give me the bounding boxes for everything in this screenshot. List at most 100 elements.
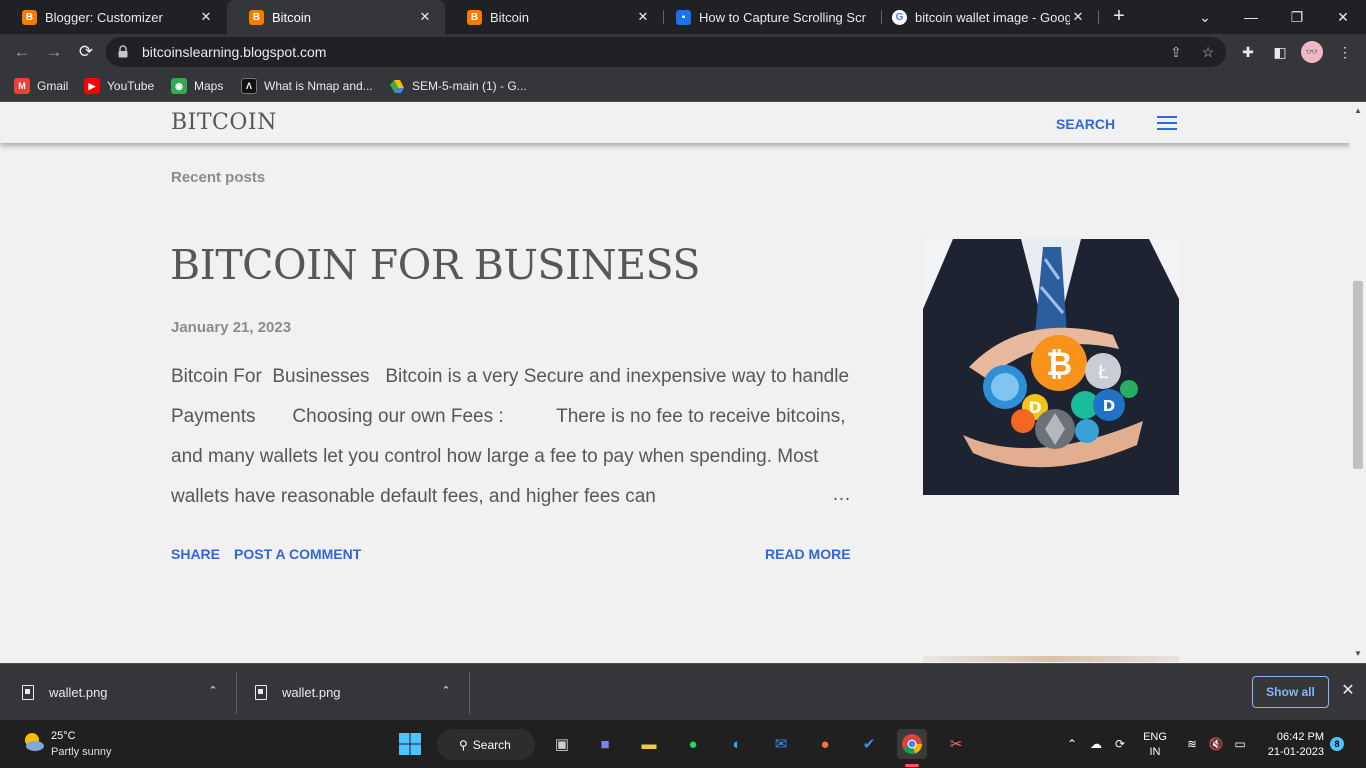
- download-item[interactable]: wallet.png: [255, 664, 341, 721]
- section-title: Recent posts: [171, 169, 266, 186]
- page-viewport: BITCOIN SEARCH Recent posts BITCOIN FOR …: [0, 103, 1350, 662]
- snipping-tool-icon[interactable]: ✂: [941, 729, 971, 759]
- blogger-icon: B: [22, 9, 37, 25]
- close-icon[interactable]: ✕: [635, 9, 651, 25]
- file-explorer-icon[interactable]: ▬: [634, 729, 664, 759]
- bookmark-label: YouTube: [107, 79, 155, 93]
- address-bar[interactable]: bitcoinslearning.blogspot.com ⇪ ☆: [106, 37, 1226, 67]
- task-view-icon[interactable]: ▣: [547, 729, 577, 759]
- svg-text:Ł: Ł: [1097, 362, 1109, 383]
- image-file-icon: [22, 685, 34, 700]
- scroll-down-arrow-icon[interactable]: ▼: [1353, 649, 1363, 659]
- blogger-icon: B: [467, 9, 482, 25]
- firefox-icon[interactable]: ●: [810, 729, 840, 759]
- partly-sunny-icon[interactable]: [21, 730, 45, 754]
- tab-google-search[interactable]: G bitcoin wallet image - Googl ✕: [882, 0, 1098, 34]
- download-shelf: wallet.png ⌃ wallet.png ⌃ Show all ✕: [0, 663, 1366, 720]
- new-tab-button[interactable]: +: [1108, 5, 1130, 27]
- hamburger-menu-icon[interactable]: [1157, 116, 1177, 130]
- volume-muted-icon[interactable]: 🔇: [1206, 734, 1226, 754]
- download-separator: [469, 672, 470, 714]
- search-icon: ⚲: [459, 737, 468, 752]
- back-button[interactable]: ←: [8, 38, 36, 66]
- download-filename[interactable]: wallet.png: [282, 685, 341, 700]
- extensions-icon[interactable]: ✚: [1237, 41, 1259, 63]
- chrome-taskbar-icon[interactable]: [897, 729, 927, 759]
- language-indicator[interactable]: ENG IN: [1142, 730, 1168, 760]
- close-window-button[interactable]: ✕: [1320, 0, 1366, 34]
- lock-icon[interactable]: [118, 45, 128, 58]
- tab-bitcoin-active[interactable]: B Bitcoin ✕: [227, 0, 445, 34]
- download-options-chevron-icon[interactable]: ⌃: [206, 684, 220, 698]
- reload-button[interactable]: ⟳: [72, 38, 100, 66]
- clock[interactable]: 06:42 PM 21-01-2023: [1258, 730, 1324, 760]
- forward-button[interactable]: →: [40, 38, 68, 66]
- show-hidden-icons-chevron[interactable]: ⌃: [1062, 734, 1082, 754]
- bookmark-youtube[interactable]: ▶ YouTube: [84, 76, 154, 96]
- download-filename[interactable]: wallet.png: [49, 685, 108, 700]
- battery-icon[interactable]: ▭: [1230, 734, 1250, 754]
- close-icon[interactable]: ✕: [417, 9, 433, 25]
- bookmark-label: SEM-5-main (1) - G...: [412, 79, 527, 93]
- url-text[interactable]: bitcoinslearning.blogspot.com: [142, 44, 326, 60]
- browser-tab-strip: B Blogger: Customizer ✕ B Bitcoin ✕ B Bi…: [0, 0, 1366, 34]
- bookmark-star-icon[interactable]: ☆: [1198, 42, 1218, 62]
- teams-chat-icon[interactable]: ■: [590, 729, 620, 759]
- taskbar-search-box[interactable]: ⚲ Search: [437, 729, 535, 760]
- chrome-icon: [902, 734, 922, 754]
- scroll-up-arrow-icon[interactable]: ▲: [1353, 106, 1363, 116]
- read-more-link[interactable]: READ MORE: [765, 546, 851, 562]
- onedrive-cloud-icon[interactable]: ☁: [1086, 734, 1106, 754]
- start-button[interactable]: [395, 729, 425, 759]
- close-shelf-icon[interactable]: ✕: [1339, 682, 1357, 700]
- edge-browser-icon[interactable]: ◐: [722, 729, 752, 759]
- bookmark-gmail[interactable]: M Gmail: [14, 76, 68, 96]
- close-icon[interactable]: ✕: [198, 9, 214, 25]
- weather-temperature[interactable]: 25°C: [51, 730, 76, 742]
- weather-description[interactable]: Partly sunny: [51, 746, 112, 758]
- google-icon: G: [892, 9, 907, 25]
- post-thumbnail-image[interactable]: D ₿ Ł D: [923, 239, 1179, 495]
- wifi-icon[interactable]: ≋: [1182, 734, 1202, 754]
- bookmark-label: What is Nmap and...: [264, 79, 373, 93]
- search-button[interactable]: SEARCH: [1056, 116, 1115, 132]
- share-icon[interactable]: ⇪: [1166, 42, 1186, 62]
- tab-search-chevron-icon[interactable]: ⌄: [1182, 0, 1228, 34]
- bookmark-nmap[interactable]: Λ What is Nmap and...: [241, 76, 373, 96]
- gmail-icon: M: [14, 78, 30, 94]
- sync-icon[interactable]: ⟳: [1110, 734, 1130, 754]
- scrollbar-thumb[interactable]: [1353, 281, 1363, 469]
- show-all-downloads-button[interactable]: Show all: [1252, 676, 1329, 708]
- bookmark-google-drive[interactable]: SEM-5-main (1) - G...: [389, 76, 527, 96]
- side-panel-icon[interactable]: ◧: [1269, 41, 1291, 63]
- notification-badge[interactable]: 8: [1330, 737, 1344, 751]
- post-comment-link[interactable]: POST A COMMENT: [234, 546, 361, 562]
- download-options-chevron-icon[interactable]: ⌃: [439, 684, 453, 698]
- post-date[interactable]: January 21, 2023: [171, 319, 291, 336]
- bookmark-maps[interactable]: ◉ Maps: [171, 76, 223, 96]
- profile-avatar[interactable]: 👓: [1301, 41, 1323, 63]
- download-separator: [236, 672, 237, 714]
- bookmark-label: Maps: [194, 79, 224, 93]
- tab-title: bitcoin wallet image - Googl: [915, 9, 1070, 25]
- tab-blogger-customizer[interactable]: B Blogger: Customizer ✕: [0, 0, 226, 34]
- post-title[interactable]: BITCOIN FOR BUSINESS: [170, 241, 700, 289]
- close-icon[interactable]: ✕: [1070, 9, 1086, 25]
- more-menu-icon[interactable]: ⋮: [1334, 41, 1356, 63]
- download-item[interactable]: wallet.png: [22, 664, 108, 721]
- next-post-thumbnail[interactable]: [923, 656, 1179, 662]
- restore-button[interactable]: ❐: [1274, 0, 1320, 34]
- todo-check-icon[interactable]: ✔: [854, 729, 884, 759]
- share-button[interactable]: SHARE: [171, 546, 220, 562]
- blog-title[interactable]: BITCOIN: [171, 110, 277, 135]
- page-scrollbar[interactable]: ▲ ▼: [1350, 103, 1366, 662]
- mail-icon[interactable]: ✉: [766, 729, 796, 759]
- whatsapp-icon[interactable]: ●: [678, 729, 708, 759]
- screenshot-app-icon: ▪: [676, 9, 691, 25]
- clock-time: 06:42 PM: [1276, 731, 1324, 743]
- svg-text:D: D: [1103, 397, 1115, 415]
- taskbar-search-label: Search: [472, 737, 511, 752]
- tab-capture-scrolling[interactable]: ▪ How to Capture Scrolling Scr: [664, 0, 881, 34]
- minimize-button[interactable]: —: [1228, 0, 1274, 34]
- tab-bitcoin[interactable]: B Bitcoin ✕: [445, 0, 663, 34]
